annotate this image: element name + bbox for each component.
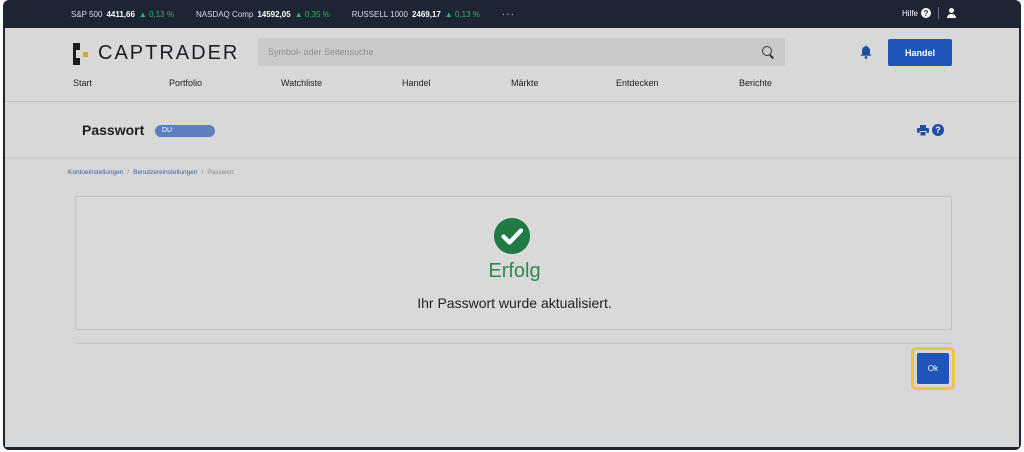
ok-button[interactable]: Ok [917, 353, 949, 384]
ticker-name: RUSSELL 1000 [351, 9, 408, 19]
nav-item-entdecken[interactable]: Entdecken [616, 78, 659, 88]
nav-item-handel[interactable]: Handel [402, 78, 431, 88]
nav-item-watchliste[interactable]: Watchliste [281, 78, 322, 88]
breadcrumb-separator: / [127, 169, 130, 176]
help-area: Hilfe ? [902, 7, 957, 19]
search-input[interactable] [258, 47, 761, 57]
logo-mark-icon [73, 42, 88, 65]
search-bar[interactable] [258, 38, 785, 66]
breadcrumb-benutzereinstellungen[interactable]: Benutzereinstellungen [133, 169, 197, 176]
captrader-logo[interactable]: CAPTRADER [73, 42, 239, 65]
ticker-name: S&P 500 [71, 9, 103, 19]
breadcrumb-kontoeinstellungen[interactable]: Kontoeinstellungen [68, 169, 123, 176]
success-message: Ihr Passwort wurde aktualisiert. [417, 295, 612, 311]
logo-text: CAPTRADER [98, 42, 240, 64]
nav-item-portfolio[interactable]: Portfolio [169, 78, 202, 88]
ticker-value: 4411,66 [106, 9, 135, 19]
app-area: CAPTRADER Handel Start Portfolio Watchli… [5, 28, 1019, 447]
ticker-value: 14592,05 [257, 9, 291, 19]
page-help-icon[interactable]: ? [932, 124, 944, 136]
user-icon[interactable] [946, 7, 957, 19]
help-icon[interactable]: ? [921, 8, 931, 18]
success-title: Erfolg [488, 260, 541, 282]
account-badge[interactable]: DU [155, 125, 215, 137]
help-link[interactable]: Hilfe [902, 9, 918, 18]
nav-item-start[interactable]: Start [73, 78, 92, 88]
search-icon[interactable] [761, 45, 775, 59]
breadcrumb: Kontoeinstellungen / Benutzereinstellung… [68, 169, 234, 176]
main-header: CAPTRADER Handel Start Portfolio Watchli… [5, 28, 1019, 102]
ticker-change: ▲ 0,35 % [294, 9, 330, 19]
ok-button-focus-ring: Ok [911, 347, 955, 390]
print-icon[interactable] [917, 125, 929, 136]
page-title: Passwort [82, 122, 145, 138]
breadcrumb-separator: / [201, 169, 204, 176]
ticker-name: NASDAQ Comp [195, 9, 254, 19]
ticker-change: ▲ 0,13 % [444, 9, 480, 19]
bell-icon[interactable] [860, 45, 872, 59]
nav-item-maerkte[interactable]: Märkte [511, 78, 539, 88]
divider [938, 7, 939, 19]
main-nav: Start Portfolio Watchliste Handel Märkte… [5, 78, 1019, 92]
ticker-change: ▲ 0,13 % [138, 9, 174, 19]
nav-item-berichte[interactable]: Berichte [739, 78, 772, 88]
breadcrumb-current: Passwort [207, 169, 234, 176]
ticker-value: 2469,17 [411, 9, 441, 19]
ticker-item-sp500[interactable]: S&P 500 4411,66 ▲ 0,13 % [71, 10, 174, 19]
ticker-more-button[interactable]: ··· [502, 9, 515, 20]
ticker-item-russell[interactable]: RUSSELL 1000 2469,17 ▲ 0,13 % [352, 10, 480, 19]
ticker-item-nasdaq[interactable]: NASDAQ Comp 14592,05 ▲ 0,35 % [196, 10, 330, 19]
browser-frame: S&P 500 4411,66 ▲ 0,13 % NASDAQ Comp 145… [3, 0, 1021, 450]
success-check-icon [494, 218, 530, 254]
content-divider [75, 343, 952, 344]
page-header: Passwort DU ? [5, 103, 1019, 158]
market-ticker: S&P 500 4411,66 ▲ 0,13 % NASDAQ Comp 145… [3, 0, 1021, 28]
success-card: Erfolg Ihr Passwort wurde aktualisiert. [75, 196, 952, 330]
trade-button[interactable]: Handel [888, 39, 952, 66]
